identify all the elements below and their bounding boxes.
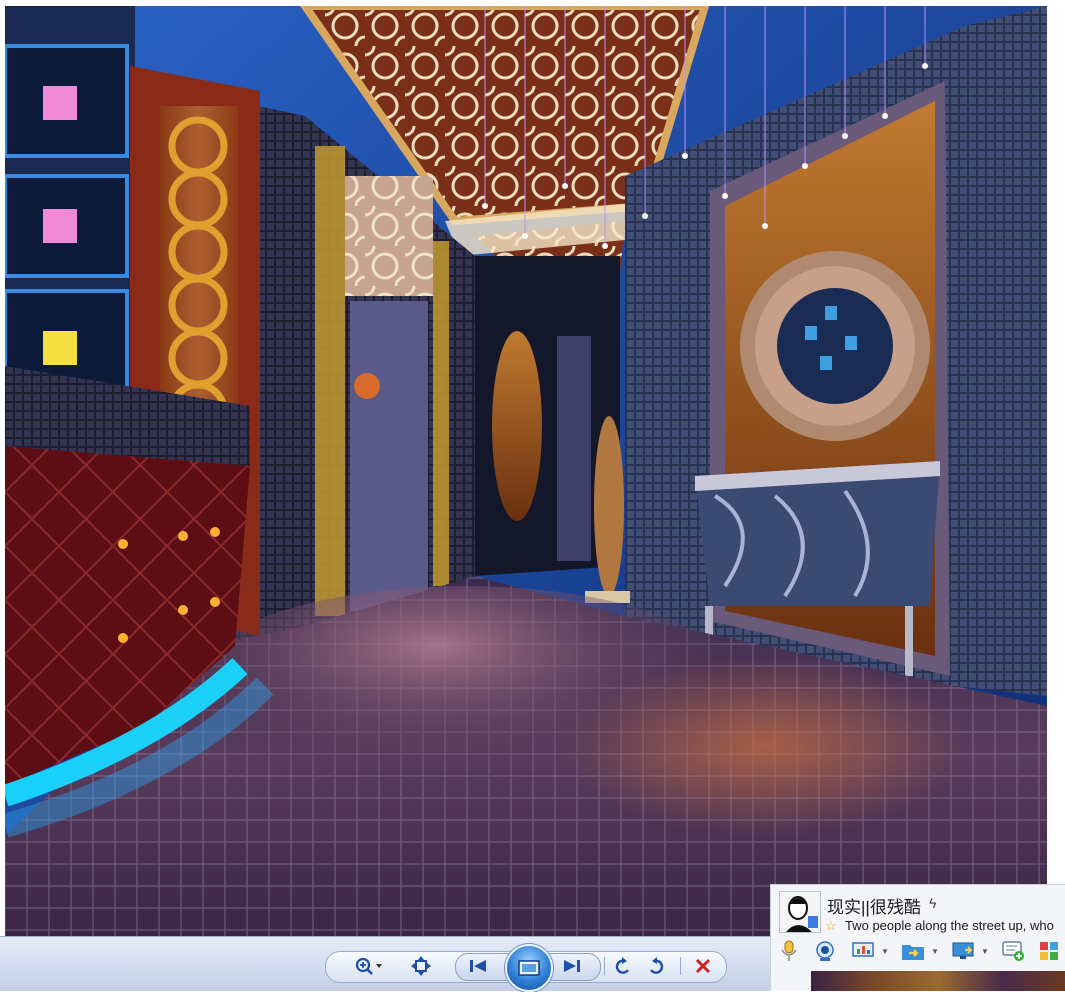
gold-statue <box>594 416 624 596</box>
popup-action-bar: ▼ ▼ ▼ <box>771 937 1065 967</box>
gold-pillar-left <box>315 146 345 616</box>
next-icon[interactable] <box>559 954 585 978</box>
pink-light-cube <box>43 86 77 120</box>
remote-desktop-icon[interactable] <box>951 939 975 963</box>
popup-image-preview <box>811 971 1065 991</box>
chevron-down-icon[interactable]: ▼ <box>931 947 939 956</box>
avatar[interactable] <box>779 891 821 933</box>
interior-render-photo <box>5 6 1047 936</box>
rotate-cw-icon[interactable] <box>643 954 669 978</box>
yellow-light-cube <box>43 331 77 365</box>
presentation-icon[interactable] <box>851 939 875 963</box>
slideshow-icon[interactable] <box>505 944 553 992</box>
gold-pillar-right <box>433 241 449 586</box>
name-symbol: ϟ <box>929 895 937 911</box>
webcam-icon[interactable] <box>813 939 837 963</box>
chat-notification-popup[interactable]: 现实||很残酷 ϟ ☆ Two people along the street … <box>770 884 1065 991</box>
left-door <box>350 301 428 611</box>
previous-icon[interactable] <box>465 954 491 978</box>
rotate-ccw-icon[interactable] <box>610 954 636 978</box>
chevron-down-icon[interactable]: ▼ <box>981 947 989 956</box>
fit-window-icon[interactable] <box>408 954 434 978</box>
chevron-down-icon[interactable]: ▼ <box>881 947 889 956</box>
delete-x-icon[interactable] <box>690 954 716 978</box>
magnifier-zoom-icon[interactable] <box>352 954 386 978</box>
viewer-toolbar <box>0 936 770 991</box>
image-viewport <box>0 0 1065 936</box>
microphone-icon[interactable] <box>777 939 801 963</box>
sunburst-mirror <box>740 251 930 441</box>
add-message-icon[interactable] <box>1001 939 1025 963</box>
contact-signature: Two people along the street up, who <box>845 918 1054 933</box>
far-wall-sculpture <box>492 331 542 521</box>
contact-name[interactable]: 现实||很残酷 <box>827 893 921 918</box>
folder-transfer-icon[interactable] <box>901 939 925 963</box>
door-emblem <box>354 373 380 399</box>
apps-grid-icon[interactable] <box>1037 939 1061 963</box>
status-star-icon: ☆ <box>825 918 837 933</box>
pink-light-cube <box>43 209 77 243</box>
